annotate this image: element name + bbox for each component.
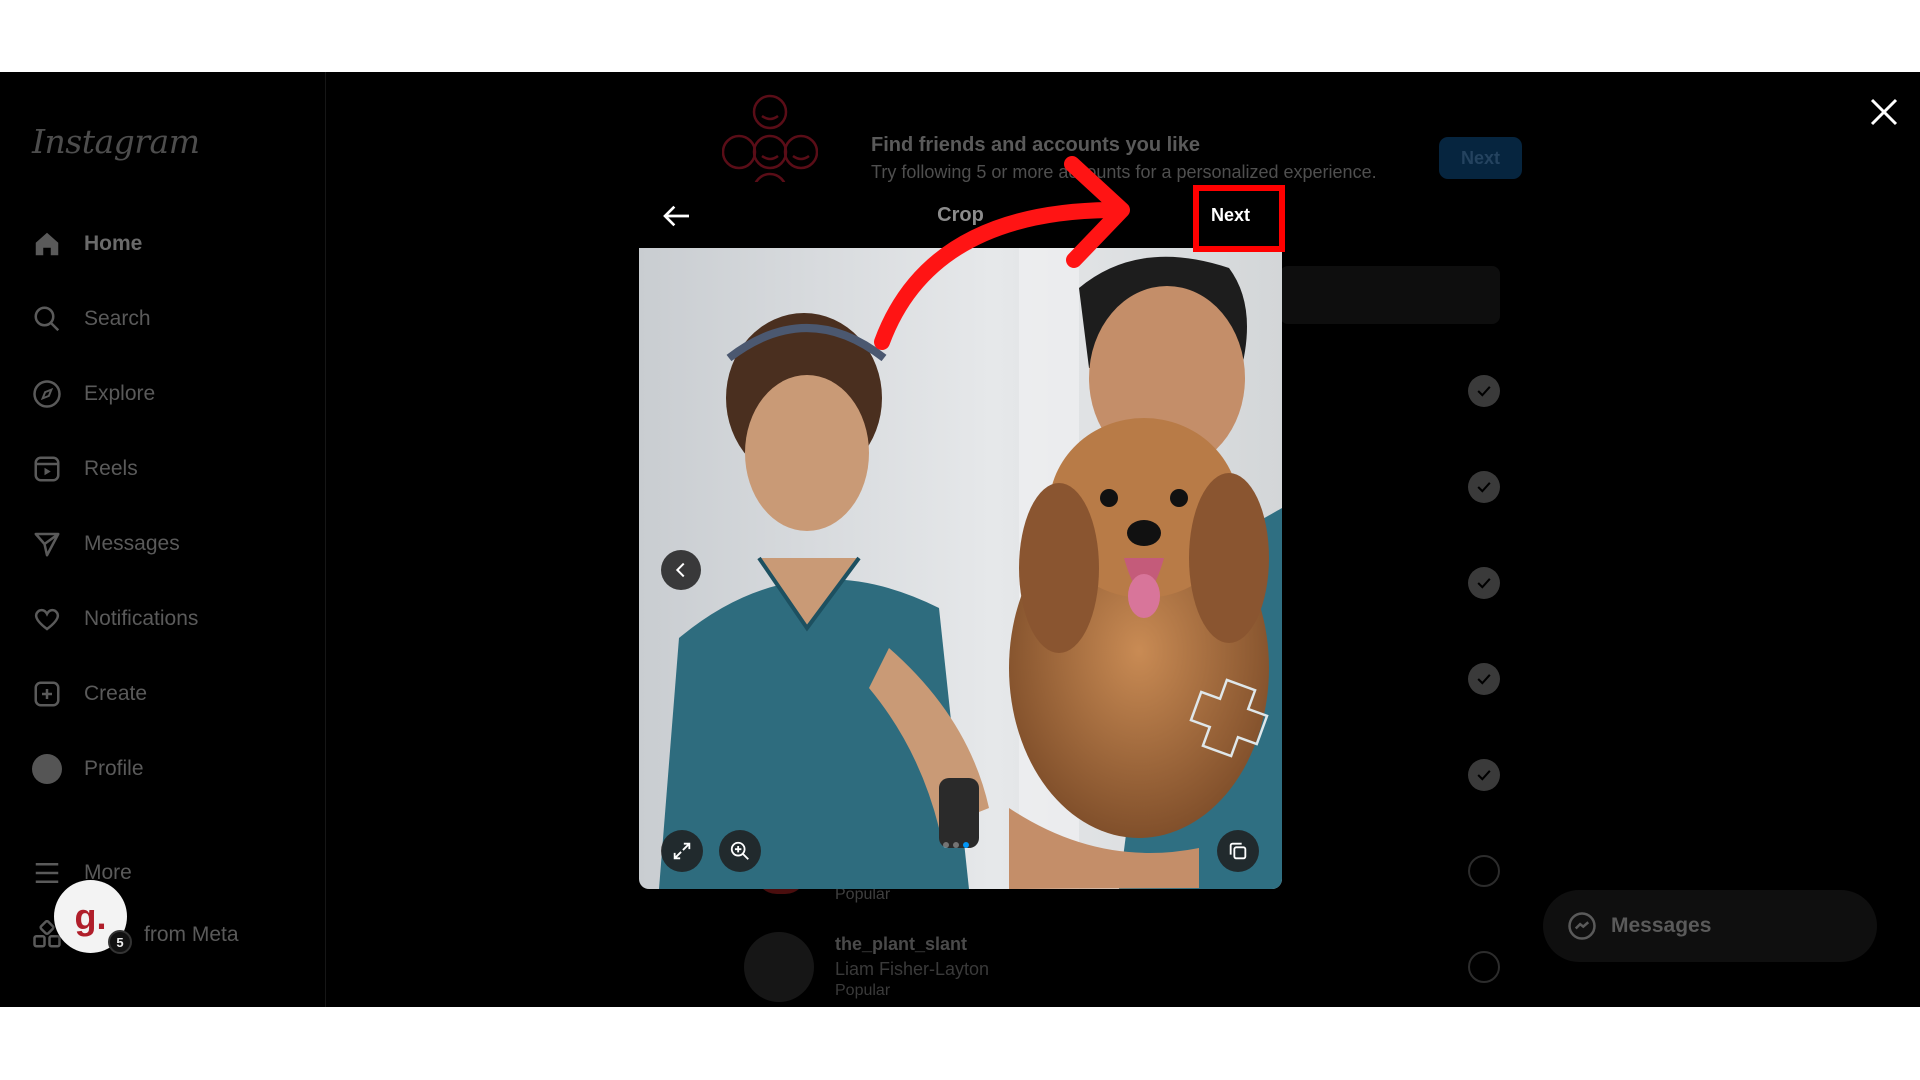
messenger-icon bbox=[1568, 912, 1596, 940]
plus-square-icon bbox=[34, 681, 60, 707]
messages-pill-button[interactable]: Messages bbox=[1543, 890, 1877, 962]
crop-photo[interactable] bbox=[639, 248, 1282, 889]
sidebar: Instagram Home Search Explore Reels Mess… bbox=[0, 72, 326, 1007]
carousel-dot bbox=[943, 842, 949, 848]
sidebar-item-label: Notifications bbox=[84, 607, 199, 630]
sidebar-item-label: Messages bbox=[84, 532, 180, 555]
expand-icon bbox=[673, 842, 691, 860]
heart-icon bbox=[34, 608, 60, 631]
suggestion-full-name: Liam Fisher-Layton bbox=[835, 959, 990, 979]
multi-select-button[interactable] bbox=[1217, 830, 1259, 872]
carousel-dot bbox=[953, 842, 959, 848]
carousel-dot-active bbox=[963, 842, 969, 848]
suggestion-username[interactable]: the_plant_slant bbox=[835, 934, 967, 955]
sidebar-item-profile[interactable]: Profile bbox=[32, 749, 144, 789]
previous-photo-button[interactable] bbox=[661, 550, 701, 590]
compass-icon bbox=[33, 380, 61, 408]
notification-count-badge: 5 bbox=[108, 930, 132, 954]
sidebar-item-search[interactable]: Search bbox=[32, 299, 151, 339]
follow-circle-empty-icon[interactable] bbox=[1468, 951, 1500, 983]
follow-check-icon[interactable] bbox=[1468, 759, 1500, 791]
menu-icon bbox=[35, 863, 59, 883]
next-highlight-box bbox=[1193, 185, 1285, 252]
zoom-button[interactable] bbox=[719, 830, 761, 872]
zoom-in-icon bbox=[730, 841, 749, 860]
banner-subtitle: Try following 5 or more accounts for a p… bbox=[871, 162, 1377, 182]
sidebar-item-messages[interactable]: Messages bbox=[32, 524, 180, 564]
sidebar-item-create[interactable]: Create bbox=[32, 674, 147, 714]
follow-check-icon[interactable] bbox=[1468, 567, 1500, 599]
follow-check-icon[interactable] bbox=[1468, 471, 1500, 503]
sidebar-item-label: Home bbox=[84, 232, 143, 255]
follow-check-icon[interactable] bbox=[1468, 663, 1500, 695]
sidebar-item-label: Search bbox=[84, 307, 151, 330]
aspect-ratio-button[interactable] bbox=[661, 830, 703, 872]
sidebar-item-label: Reels bbox=[84, 457, 138, 480]
banner-title: Find friends and accounts you like bbox=[871, 134, 1200, 156]
crop-header: Crop Next bbox=[639, 182, 1282, 248]
follow-check-icon[interactable] bbox=[1468, 375, 1500, 407]
sidebar-item-reels[interactable]: Reels bbox=[32, 449, 138, 489]
instagram-logo[interactable]: Instagram bbox=[32, 122, 200, 161]
suggestion-avatar[interactable] bbox=[744, 932, 814, 1002]
suggestion-popular-label: Popular bbox=[835, 982, 891, 999]
copy-icon bbox=[1229, 842, 1247, 860]
vet-dog-photo bbox=[639, 248, 1282, 889]
search-icon bbox=[34, 306, 60, 332]
sidebar-item-explore[interactable]: Explore bbox=[32, 374, 155, 414]
sidebar-item-label: from Meta bbox=[144, 923, 239, 946]
chevron-left-icon bbox=[675, 562, 685, 578]
send-icon bbox=[34, 532, 60, 557]
suggestion-search-bar[interactable] bbox=[1280, 266, 1500, 324]
sidebar-item-notifications[interactable]: Notifications bbox=[32, 599, 198, 639]
friends-faces-icon bbox=[722, 94, 818, 190]
home-icon bbox=[35, 232, 59, 256]
messages-pill-label: Messages bbox=[1611, 914, 1712, 937]
sidebar-item-home[interactable]: Home bbox=[32, 224, 142, 264]
reels-icon bbox=[34, 456, 60, 482]
sidebar-item-label: Create bbox=[84, 682, 148, 705]
follow-circle-empty-icon[interactable] bbox=[1468, 855, 1500, 887]
close-icon[interactable] bbox=[1866, 94, 1902, 130]
banner-next-button[interactable]: Next bbox=[1439, 137, 1522, 179]
app-window: Instagram Home Search Explore Reels Mess… bbox=[0, 72, 1920, 1007]
sidebar-item-label: Explore bbox=[84, 382, 156, 405]
crop-title: Crop bbox=[937, 204, 984, 226]
crop-dialog: Crop Next bbox=[639, 182, 1282, 889]
sidebar-item-label: Profile bbox=[84, 757, 144, 780]
avatar bbox=[32, 754, 62, 784]
